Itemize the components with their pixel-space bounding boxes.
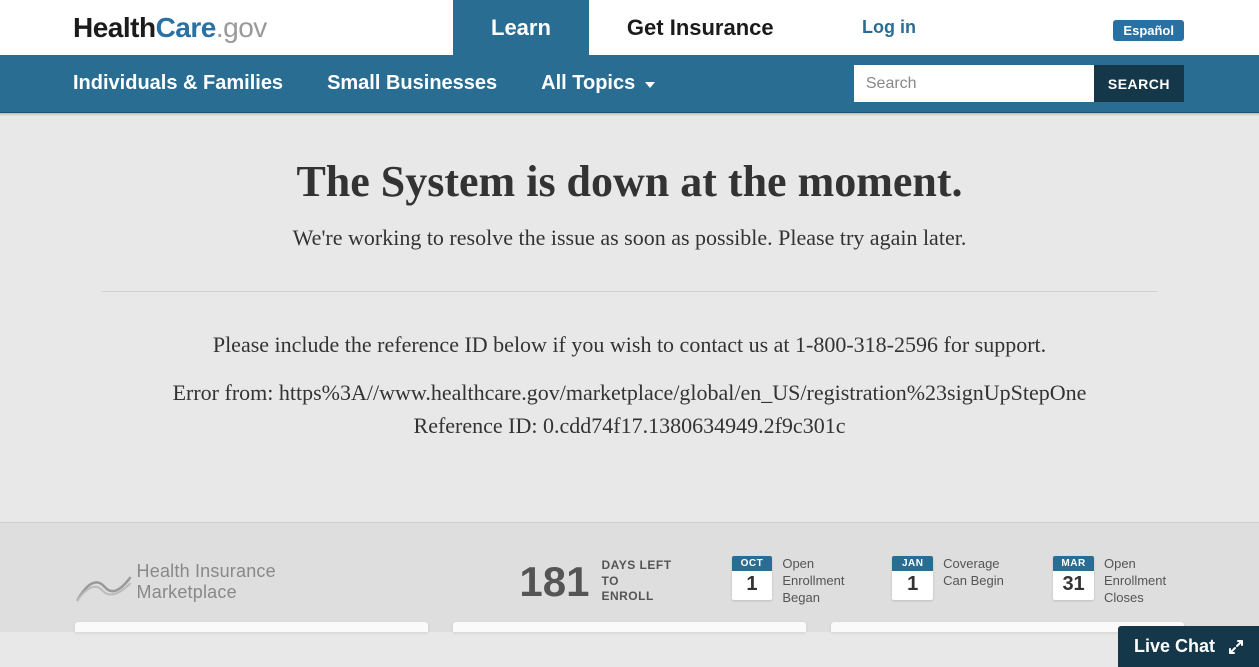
calendar-icon: JAN 1: [892, 556, 933, 600]
logo-care: Care: [156, 12, 216, 43]
nav-individuals-families[interactable]: Individuals & Families: [73, 72, 283, 95]
error-heading: The System is down at the moment.: [60, 156, 1199, 207]
calendar-icon: OCT 1: [732, 556, 773, 600]
expand-icon: [1229, 640, 1243, 654]
milestone-coverage-can-begin: JAN 1 Coverage Can Begin: [892, 556, 1023, 607]
language-button[interactable]: Español: [1113, 20, 1184, 41]
reference-id-line: Reference ID: 0.cdd74f17.1380634949.2f9c…: [414, 413, 846, 438]
cards-row: [0, 622, 1259, 632]
logo-gov: .gov: [216, 12, 267, 43]
cal-month: OCT: [732, 556, 773, 571]
countdown-number: 181: [519, 558, 589, 606]
divider: [102, 291, 1157, 292]
milestone-open-enrollment-began: OCT 1 Open Enrollment Began: [732, 556, 863, 607]
cal-day: 1: [892, 571, 933, 600]
error-details: Error from: https%3A//www.healthcare.gov…: [60, 376, 1199, 442]
nav-small-businesses[interactable]: Small Businesses: [327, 72, 497, 95]
nav-all-topics-label: All Topics: [541, 72, 635, 95]
site-logo[interactable]: HealthCare.gov: [73, 12, 267, 44]
nav-all-topics[interactable]: All Topics: [541, 72, 655, 95]
search-form: SEARCH: [854, 65, 1184, 102]
nav-bar: Individuals & Families Small Businesses …: [0, 55, 1259, 113]
milestone-text: Coverage Can Begin: [943, 556, 1023, 590]
milestone-text: Open Enrollment Began: [782, 556, 862, 607]
error-subheading: We're working to resolve the issue as so…: [60, 225, 1199, 251]
card-placeholder: [75, 622, 428, 632]
milestone-open-enrollment-closes: MAR 31 Open Enrollment Closes: [1053, 556, 1184, 607]
top-tabs: Learn Get Insurance: [453, 0, 812, 55]
cal-month: JAN: [892, 556, 933, 571]
milestone-text: Open Enrollment Closes: [1104, 556, 1184, 607]
footer-band: Health Insurance Marketplace 181 DAYS LE…: [0, 522, 1259, 622]
top-header: HealthCare.gov Learn Get Insurance Log i…: [0, 0, 1259, 55]
countdown-label-line2: ENROLL: [601, 589, 653, 603]
chevron-down-icon: [645, 82, 655, 88]
marketplace-glyph-icon: [75, 569, 133, 603]
tab-get-insurance[interactable]: Get Insurance: [589, 0, 812, 55]
milestones: OCT 1 Open Enrollment Began JAN 1 Covera…: [732, 556, 1185, 607]
cal-day: 1: [732, 571, 773, 600]
logo-health: Health: [73, 12, 156, 43]
live-chat-label: Live Chat: [1134, 636, 1215, 657]
card-placeholder: [453, 622, 806, 632]
error-main: The System is down at the moment. We're …: [0, 116, 1259, 522]
countdown-label-line1: DAYS LEFT TO: [601, 558, 671, 588]
calendar-icon: MAR 31: [1053, 556, 1094, 600]
search-input[interactable]: [854, 65, 1094, 102]
cal-day: 31: [1053, 571, 1094, 600]
countdown-label: DAYS LEFT TO ENROLL: [601, 558, 691, 605]
enrollment-countdown: 181 DAYS LEFT TO ENROLL: [519, 558, 691, 606]
login-link[interactable]: Log in: [862, 0, 916, 55]
live-chat-button[interactable]: Live Chat: [1118, 626, 1259, 667]
cal-month: MAR: [1053, 556, 1094, 571]
error-from-line: Error from: https%3A//www.healthcare.gov…: [173, 380, 1087, 405]
support-text: Please include the reference ID below if…: [60, 332, 1199, 358]
search-button[interactable]: SEARCH: [1094, 65, 1184, 102]
tab-learn[interactable]: Learn: [453, 0, 589, 55]
marketplace-logo: Health Insurance Marketplace: [75, 561, 379, 603]
marketplace-label: Health Insurance Marketplace: [137, 561, 380, 603]
